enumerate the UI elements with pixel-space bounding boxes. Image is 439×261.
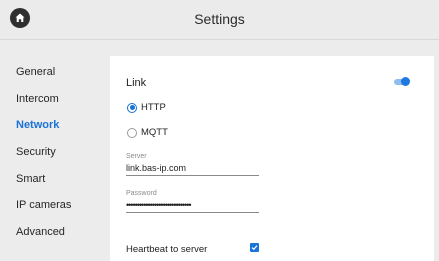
top-bar: Settings bbox=[0, 0, 439, 40]
radio-checked-icon bbox=[127, 102, 137, 113]
link-toggle[interactable] bbox=[394, 77, 410, 86]
sidebar-item-smart[interactable]: Smart bbox=[16, 173, 45, 185]
heartbeat-checkbox[interactable] bbox=[250, 243, 259, 252]
page-title: Settings bbox=[194, 11, 245, 27]
server-caption: Server bbox=[126, 153, 147, 160]
toggle-knob bbox=[401, 77, 410, 86]
protocol-radio-mqtt[interactable]: MQTT bbox=[127, 127, 168, 138]
link-label: Link bbox=[126, 77, 147, 89]
radio-label-http: HTTP bbox=[141, 102, 166, 113]
server-input[interactable]: link.bas-ip.com bbox=[126, 163, 259, 176]
sidebar-item-general[interactable]: General bbox=[16, 66, 55, 78]
protocol-radio-http[interactable]: HTTP bbox=[127, 102, 166, 113]
sidebar-item-intercom[interactable]: Intercom bbox=[16, 93, 59, 105]
radio-unchecked-icon bbox=[127, 127, 137, 138]
radio-label-mqtt: MQTT bbox=[141, 127, 168, 138]
heartbeat-label: Heartbeat to server bbox=[126, 244, 208, 255]
checkmark-icon bbox=[251, 245, 258, 251]
sidebar-item-security[interactable]: Security bbox=[16, 146, 56, 158]
sidebar-item-network[interactable]: Network bbox=[16, 119, 59, 131]
password-caption: Password bbox=[126, 190, 157, 197]
sidebar-item-ip-cameras[interactable]: IP cameras bbox=[16, 199, 71, 211]
sidebar-item-advanced[interactable]: Advanced bbox=[16, 226, 65, 238]
password-input[interactable]: •••••••••••••••••••••••••••••• bbox=[126, 200, 259, 213]
network-settings-panel: Link HTTP MQTT Server link.bas-ip.com Pa… bbox=[110, 56, 434, 261]
